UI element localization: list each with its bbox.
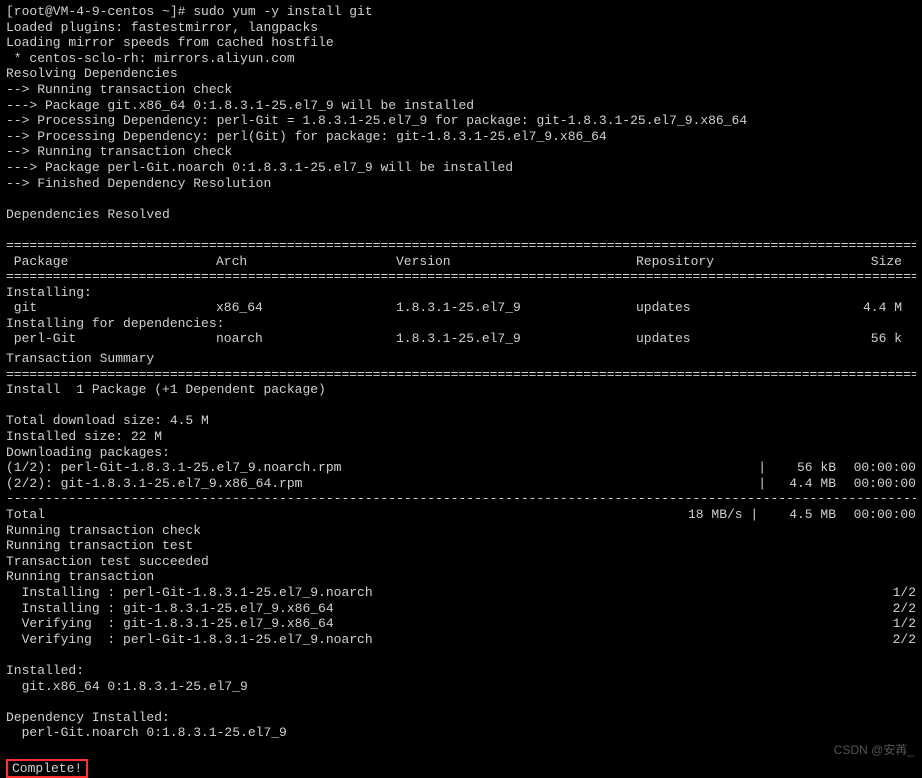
- complete-highlight: Complete!: [6, 759, 88, 778]
- rule-double: ========================================…: [6, 238, 916, 254]
- cell-arch: noarch: [216, 331, 396, 347]
- pipe-icon: |: [743, 507, 766, 523]
- tx-left: Installing : perl-Git-1.8.3.1-25.el7_9.n…: [6, 585, 876, 601]
- output-line: * centos-sclo-rh: mirrors.aliyun.com: [6, 51, 916, 67]
- output-line: [6, 191, 916, 207]
- installed-header: Installed:: [6, 663, 916, 679]
- watermark: CSDN @安苒_: [834, 743, 914, 757]
- transaction-run-block: Running transaction checkRunning transac…: [6, 523, 916, 585]
- blank: [6, 741, 916, 757]
- download-block: (1/2): perl-Git-1.8.3.1-25.el7_9.noarch.…: [6, 460, 916, 491]
- col-version: Version: [396, 254, 636, 270]
- tx-left: Verifying : git-1.8.3.1-25.el7_9.x86_64: [6, 616, 876, 632]
- dl-file: (1/2): perl-Git-1.8.3.1-25.el7_9.noarch.…: [6, 460, 758, 476]
- table-row: gitx86_641.8.3.1-25.el7_9updates4.4 M: [6, 300, 916, 316]
- size-line: Downloading packages:: [6, 445, 916, 461]
- size-line: Total download size: 4.5 M: [6, 413, 916, 429]
- output-line: Resolving Dependencies: [6, 66, 916, 82]
- output-line: ---> Package perl-Git.noarch 0:1.8.3.1-2…: [6, 160, 916, 176]
- output-line: [6, 222, 916, 238]
- rule-double: ========================================…: [6, 367, 916, 383]
- output-line: ---> Package git.x86_64 0:1.8.3.1-25.el7…: [6, 98, 916, 114]
- cell-arch: x86_64: [216, 300, 396, 316]
- tx-right: 2/2: [876, 601, 916, 617]
- output-line: Dependencies Resolved: [6, 207, 916, 223]
- tx-step: Verifying : perl-Git-1.8.3.1-25.el7_9.no…: [6, 632, 916, 648]
- transaction-summary-line: Install 1 Package (+1 Dependent package): [6, 382, 916, 398]
- tx-run-line: Running transaction: [6, 569, 916, 585]
- output-line: --> Processing Dependency: perl(Git) for…: [6, 129, 916, 145]
- dl-size: 4.4 MB: [766, 476, 836, 492]
- package-table: Installing: gitx86_641.8.3.1-25.el7_9upd…: [6, 285, 916, 347]
- tx-right: 1/2: [876, 585, 916, 601]
- pipe-icon: |: [758, 460, 766, 476]
- output-line: Loaded plugins: fastestmirror, langpacks: [6, 20, 916, 36]
- tx-step: Installing : git-1.8.3.1-25.el7_9.x86_64…: [6, 601, 916, 617]
- complete-text: Complete!: [12, 761, 82, 776]
- cell-pkg: git: [6, 300, 216, 316]
- table-row: perl-Gitnoarch1.8.3.1-25.el7_9updates56 …: [6, 331, 916, 347]
- rule-dash: ----------------------------------------…: [6, 491, 916, 507]
- cell-ver: 1.8.3.1-25.el7_9: [396, 331, 636, 347]
- total-size: 4.5 MB: [766, 507, 836, 523]
- installed-line: git.x86_64 0:1.8.3.1-25.el7_9: [6, 679, 916, 695]
- total-time: 00:00:00: [836, 507, 916, 523]
- output-line: --> Running transaction check: [6, 144, 916, 160]
- output-line: --> Processing Dependency: perl-Git = 1.…: [6, 113, 916, 129]
- cell-pkg: perl-Git: [6, 331, 216, 347]
- download-total: Total 18 MB/s | 4.5 MB 00:00:00: [6, 507, 916, 523]
- total-label: Total: [6, 507, 688, 523]
- download-row: (1/2): perl-Git-1.8.3.1-25.el7_9.noarch.…: [6, 460, 916, 476]
- dl-time: 00:00:00: [836, 460, 916, 476]
- total-rate: 18 MB/s: [688, 507, 743, 523]
- pipe-icon: |: [758, 476, 766, 492]
- size-line: Installed size: 22 M: [6, 429, 916, 445]
- tx-step: Installing : perl-Git-1.8.3.1-25.el7_9.n…: [6, 585, 916, 601]
- table-section-title: Installing:: [6, 285, 916, 301]
- transaction-summary-title: Transaction Summary: [6, 351, 916, 367]
- dl-size: 56 kB: [766, 460, 836, 476]
- dl-file: (2/2): git-1.8.3.1-25.el7_9.x86_64.rpm: [6, 476, 758, 492]
- blank: [6, 398, 916, 414]
- tx-run-line: Running transaction check: [6, 523, 916, 539]
- table-section-title: Installing for dependencies:: [6, 316, 916, 332]
- dep-installed-header: Dependency Installed:: [6, 710, 916, 726]
- output-line: --> Running transaction check: [6, 82, 916, 98]
- tx-run-line: Transaction test succeeded: [6, 554, 916, 570]
- cell-size: 56 k: [836, 331, 916, 347]
- cell-repo: updates: [636, 331, 836, 347]
- col-size: Size: [836, 254, 916, 270]
- prompt-line: [root@VM-4-9-centos ~]# sudo yum -y inst…: [6, 4, 916, 20]
- transaction-steps: Installing : perl-Git-1.8.3.1-25.el7_9.n…: [6, 585, 916, 647]
- blank: [6, 694, 916, 710]
- col-package: Package: [6, 254, 216, 270]
- col-repository: Repository: [636, 254, 836, 270]
- blank: [6, 647, 916, 663]
- dl-time: 00:00:00: [836, 476, 916, 492]
- table-header: Package Arch Version Repository Size: [6, 254, 916, 270]
- tx-right: 1/2: [876, 616, 916, 632]
- download-row: (2/2): git-1.8.3.1-25.el7_9.x86_64.rpm|4…: [6, 476, 916, 492]
- tx-run-line: Running transaction test: [6, 538, 916, 554]
- col-arch: Arch: [216, 254, 396, 270]
- dependency-resolution-block: Loaded plugins: fastestmirror, langpacks…: [6, 20, 916, 238]
- sizes-block: Total download size: 4.5 MInstalled size…: [6, 413, 916, 460]
- rule-double: ========================================…: [6, 269, 916, 285]
- cell-size: 4.4 M: [836, 300, 916, 316]
- dep-installed-line: perl-Git.noarch 0:1.8.3.1-25.el7_9: [6, 725, 916, 741]
- tx-step: Verifying : git-1.8.3.1-25.el7_9.x86_641…: [6, 616, 916, 632]
- tx-right: 2/2: [876, 632, 916, 648]
- tx-left: Installing : git-1.8.3.1-25.el7_9.x86_64: [6, 601, 876, 617]
- cell-ver: 1.8.3.1-25.el7_9: [396, 300, 636, 316]
- tx-left: Verifying : perl-Git-1.8.3.1-25.el7_9.no…: [6, 632, 876, 648]
- output-line: --> Finished Dependency Resolution: [6, 176, 916, 192]
- cell-repo: updates: [636, 300, 836, 316]
- output-line: Loading mirror speeds from cached hostfi…: [6, 35, 916, 51]
